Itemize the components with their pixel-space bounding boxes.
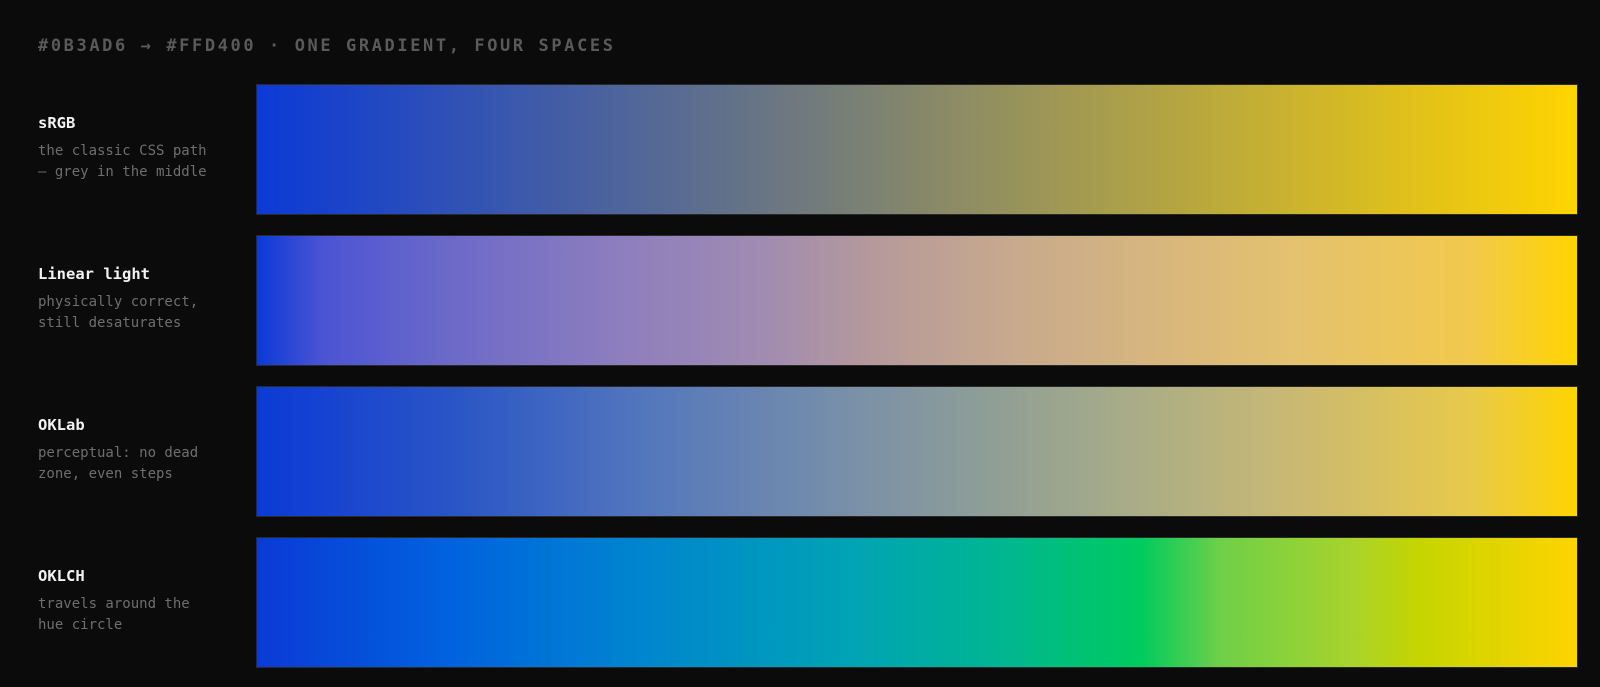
row-label: Linear light physically correct, still d… bbox=[38, 265, 248, 334]
color-space-name: OKLab bbox=[38, 416, 85, 434]
gradient-swatch-linear-light bbox=[256, 235, 1578, 366]
row-label: OKLab perceptual: no dead zone, even ste… bbox=[38, 416, 248, 485]
color-space-description: physically correct, still desaturates bbox=[38, 294, 199, 331]
gradient-row-srgb: sRGB the classic CSS path — grey in the … bbox=[0, 84, 1600, 215]
gradient-row-oklch: OKLCH travels around the hue circle bbox=[0, 537, 1600, 668]
gradient-swatch-srgb bbox=[256, 84, 1578, 215]
gradient-swatch-oklch bbox=[256, 537, 1578, 668]
gradient-swatch-oklab bbox=[256, 386, 1578, 517]
row-label: sRGB the classic CSS path — grey in the … bbox=[38, 114, 248, 183]
gradient-row-linear-light: Linear light physically correct, still d… bbox=[0, 235, 1600, 366]
color-space-name: Linear light bbox=[38, 265, 150, 283]
color-space-name: sRGB bbox=[38, 114, 76, 132]
page-title: #0B3AD6 → #FFD400 · ONE GRADIENT, FOUR S… bbox=[38, 36, 616, 56]
color-space-description: the classic CSS path — grey in the middl… bbox=[38, 143, 207, 180]
color-space-description: perceptual: no dead zone, even steps bbox=[38, 445, 199, 482]
row-label: OKLCH travels around the hue circle bbox=[38, 567, 248, 636]
gradient-row-oklab: OKLab perceptual: no dead zone, even ste… bbox=[0, 386, 1600, 517]
color-space-name: OKLCH bbox=[38, 567, 85, 585]
color-space-description: travels around the hue circle bbox=[38, 596, 190, 633]
